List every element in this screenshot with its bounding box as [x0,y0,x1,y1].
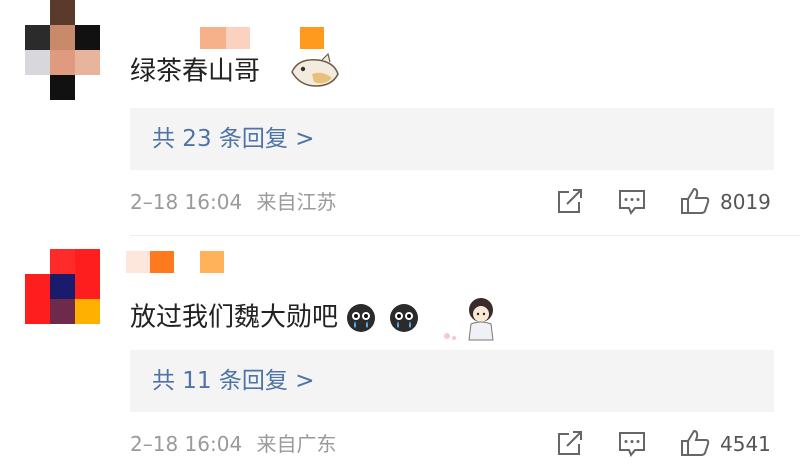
crying-face-icon [389,304,418,332]
replies-panel[interactable]: 共 23 条回复 > [130,108,774,170]
share-button[interactable] [556,431,584,466]
comment-date: 2–18 16:04 [130,432,243,456]
avatar[interactable] [25,249,100,324]
like-button[interactable] [680,429,710,466]
fish-sticker-icon [291,52,340,87]
comment-location: 来自江苏 [256,190,337,214]
comment-meta: 2–18 16:04 来自广东 [130,430,345,458]
comment-icon [619,432,645,457]
share-icon [558,189,582,213]
comment-location: 来自广东 [256,432,337,456]
comment-date: 2–18 16:04 [130,190,243,214]
comment-button[interactable] [618,431,646,466]
chibi-sticker-icon [443,298,494,341]
thumbs-up-icon [681,429,710,456]
comment-item: 绿茶春山哥 共 23 条回复 > 2–18 16:04 来自江苏 8019 [0,0,800,235]
comment-button[interactable] [618,189,646,224]
view-replies-link[interactable]: 共 11 条回复 > [152,350,314,412]
comment-icon [619,190,645,215]
replies-panel[interactable]: 共 11 条回复 > [130,350,774,412]
share-icon [558,431,582,455]
share-button[interactable] [556,189,584,224]
like-button[interactable] [680,187,710,224]
like-count: 4541 [720,432,771,456]
crying-face-icon [347,304,376,332]
comment-meta: 2–18 16:04 来自江苏 [130,188,345,216]
view-replies-link[interactable]: 共 23 条回复 > [152,108,314,170]
avatar[interactable] [25,0,100,100]
comment-text: 绿茶春山哥 [130,52,342,92]
thumbs-up-icon [681,187,710,214]
comment-item: 放过我们魏大勋吧 共 11 条回复 > 2–18 16:04 来自广东 4541 [0,236,800,470]
comment-text: 放过我们魏大勋吧 [130,294,503,342]
like-count: 8019 [720,190,771,214]
